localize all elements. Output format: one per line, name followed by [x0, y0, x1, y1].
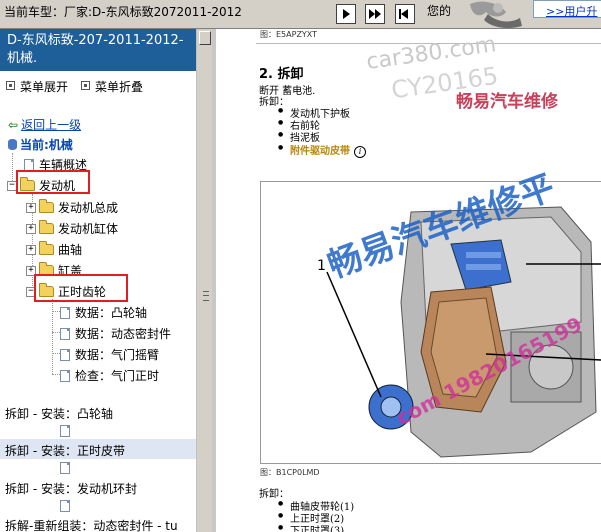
menu-collapse-button[interactable]: 菜单折叠	[81, 78, 143, 95]
scroll-up-button[interactable]	[199, 31, 211, 45]
menu-expand-label: 菜单展开	[20, 80, 69, 94]
step-back-button[interactable]	[395, 4, 415, 24]
play-icon	[343, 9, 350, 19]
accessory-belt-link[interactable]: 附件驱动皮带	[290, 146, 350, 157]
tree-item-crankshaft[interactable]: + 曲轴	[26, 241, 82, 258]
tree-item-label: 数据：气门摇臂	[75, 348, 160, 362]
database-icon	[8, 139, 17, 150]
splitter-grip-icon[interactable]	[203, 291, 209, 301]
current-location: 当前:机械	[8, 136, 73, 153]
expand-toggle-icon[interactable]: +	[26, 244, 36, 255]
remove-item-belt[interactable]: 附件驱动皮带 i	[278, 142, 366, 158]
folder-icon	[39, 199, 54, 213]
current-location-label: 当前:机械	[20, 138, 73, 152]
tree-item-label: 拆解-重新组装：动态密封件 - tu	[5, 519, 178, 532]
remove-item: 下正时罩(3)	[278, 522, 344, 532]
tree-item-label: 拆卸 - 安装：发动机环封	[5, 482, 137, 496]
mascot-logo	[470, 1, 522, 28]
document-icon	[60, 424, 70, 437]
document-icon	[60, 327, 70, 340]
tree-item-label: 拆卸 - 安装：正时皮带	[5, 444, 125, 458]
document-icon	[60, 348, 70, 361]
fast-forward-icon	[369, 9, 381, 19]
play-forward-button[interactable]	[336, 4, 356, 24]
tree-item-label: 发动机总成	[58, 201, 119, 215]
model-label: 当前车型：	[4, 5, 65, 19]
tree-item-label: 数据：动态密封件	[75, 327, 172, 341]
tree-item-label: 曲轴	[58, 243, 83, 257]
expand-icon	[6, 81, 15, 90]
engine-figure: 1	[260, 181, 601, 464]
figure-caption-bottom: 图：B1CP0LMD	[260, 468, 320, 477]
left-nav-panel: D-东风标致-207-2011-2012- 机械. 菜单展开 菜单折叠 ⇦ 返回上…	[0, 29, 196, 532]
tree-item-label: 数据：凸轮轴	[75, 306, 148, 320]
user-center-link[interactable]: >>用户升	[533, 0, 601, 18]
collapse-icon	[81, 81, 90, 90]
menu-collapse-label: 菜单折叠	[95, 80, 144, 94]
tree-item-label: 检查：气门正时	[75, 369, 160, 383]
welcome-text: 您的	[427, 4, 452, 18]
tree-item-remove-install-camshaft[interactable]: 拆卸 - 安装：凸轮轴	[5, 405, 113, 422]
highlight-box	[34, 274, 128, 302]
tree-item-disassemble-reassemble[interactable]: 拆解-重新组装：动态密封件 - tu	[5, 517, 178, 532]
document-icon	[60, 306, 70, 319]
document-icon	[60, 461, 70, 474]
highlight-box	[16, 170, 90, 194]
folder-icon	[39, 220, 54, 234]
menu-expand-button[interactable]: 菜单展开	[6, 78, 68, 95]
tree-item-document[interactable]	[60, 423, 75, 437]
remove-label: 拆卸：	[259, 97, 289, 108]
tree-item-label: 拆卸 - 安装：凸轮轴	[5, 407, 113, 421]
expand-toggle-icon[interactable]: +	[26, 202, 36, 213]
folder-icon	[39, 241, 54, 255]
document-pane: 图：E5APZYXT 2. 拆卸 断开 蓄电池. 拆卸： 发动机下护板 右前轮 …	[216, 29, 601, 532]
document-icon	[24, 158, 34, 171]
expand-toggle-icon[interactable]: +	[26, 223, 36, 234]
tree-item-document[interactable]	[60, 498, 75, 512]
panel-splitter[interactable]	[196, 29, 213, 532]
fast-forward-button[interactable]	[365, 4, 385, 24]
back-up-label: 返回上一级	[21, 118, 82, 132]
tree-item-data-camshaft[interactable]: 数据：凸轮轴	[60, 304, 147, 321]
back-up-link[interactable]: ⇦ 返回上一级	[8, 116, 81, 133]
figure-caption-top: 图：E5APZYXT	[260, 30, 318, 39]
tree-item-remove-install-timing-belt[interactable]: 拆卸 - 安装：正时皮带	[5, 442, 125, 459]
engine-illustration: 1	[261, 182, 601, 463]
watermark-brand-small: 畅易汽车维修	[456, 92, 558, 112]
tree-item-check-valve-timing[interactable]: 检查：气门正时	[60, 367, 159, 384]
tree-item-data-valve-rocker[interactable]: 数据：气门摇臂	[60, 346, 159, 363]
remove-label-2: 拆卸：	[259, 489, 289, 500]
watermark-code: CY20165	[389, 61, 500, 105]
back-arrow-icon: ⇦	[8, 118, 19, 132]
document-icon	[60, 499, 70, 512]
tree-item-engine-block[interactable]: + 发动机缸体	[26, 220, 118, 237]
model-value: 厂家:D-东风标致2072011-2012	[64, 5, 242, 19]
tree-item-data-dynamic-seal[interactable]: 数据：动态密封件	[60, 325, 171, 342]
callout-1: 1	[317, 258, 326, 274]
panel-title: D-东风标致-207-2011-2012- 机械.	[0, 29, 196, 71]
watermark-site: car380.com	[364, 32, 498, 75]
info-icon[interactable]: i	[354, 146, 366, 158]
current-model: 当前车型：厂家:D-东风标致2072011-2012	[4, 3, 242, 20]
document-icon	[60, 369, 70, 382]
tree-item-engine-assembly[interactable]: + 发动机总成	[26, 199, 118, 216]
tree-item-label: 发动机缸体	[58, 222, 119, 236]
tree-item-remove-install-engine-mount[interactable]: 拆卸 - 安装：发动机环封	[5, 480, 137, 497]
top-bar: 当前车型：厂家:D-东风标致2072011-2012 您的 >>用户升	[0, 0, 601, 29]
tree-item-document[interactable]	[60, 460, 75, 474]
section-title: 2. 拆卸	[259, 67, 304, 82]
step-back-icon	[399, 9, 408, 19]
